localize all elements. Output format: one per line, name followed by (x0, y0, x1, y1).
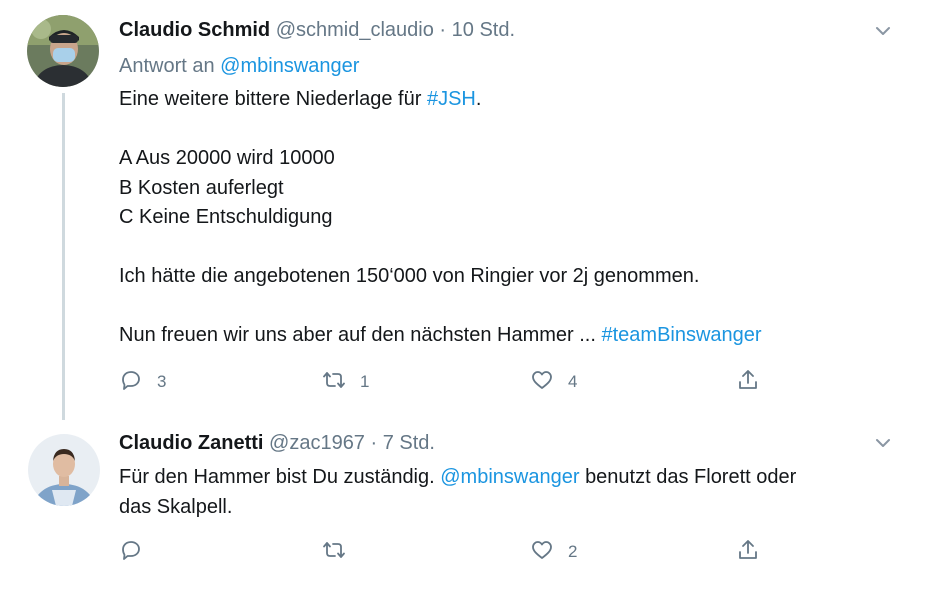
hashtag-jsh[interactable]: #JSH (427, 88, 476, 110)
reply-button[interactable]: 3 (119, 367, 166, 397)
reply-icon (119, 538, 143, 567)
like-button[interactable]: 2 (530, 537, 577, 567)
text-line: Für den Hammer bist Du zuständig. (119, 466, 435, 488)
like-count: 4 (568, 372, 578, 391)
reply-button[interactable] (119, 537, 143, 567)
author-handle[interactable]: @zac1967 (269, 432, 365, 454)
text-line: C Keine Entschuldigung (119, 206, 333, 228)
tweet-header: Claudio Zanetti @zac1967 · 7 Std. (119, 430, 435, 456)
tweet-schmid[interactable]: Claudio Schmid @schmid_claudio · 10 Std.… (0, 0, 938, 420)
avatar-claudio-zanetti[interactable] (28, 434, 100, 506)
text-period: . (475, 88, 482, 110)
reply-icon (119, 368, 143, 397)
share-icon (736, 368, 760, 397)
tweet-text: Eine weitere bittere Niederlage für #JSH… (119, 85, 762, 351)
share-button[interactable] (736, 367, 760, 397)
author-name[interactable]: Claudio Zanetti (119, 432, 263, 454)
share-button[interactable] (736, 537, 760, 567)
text-line: das Skalpell. (119, 495, 233, 518)
reply-prefix: Antwort an (119, 55, 215, 77)
chevron-down-icon[interactable] (872, 20, 894, 42)
tweet-header: Claudio Schmid @schmid_claudio · 10 Std. (119, 17, 515, 43)
retweet-count: 1 (360, 372, 370, 391)
hashtag-teambinswanger[interactable]: #teamBinswanger (601, 324, 761, 346)
text-line: A Aus 20000 wird 10000 (119, 147, 335, 169)
separator: · (439, 19, 447, 41)
retweet-button[interactable] (322, 537, 346, 567)
author-name[interactable]: Claudio Schmid (119, 19, 270, 41)
text-line: Nun freuen wir uns aber auf den nächsten… (119, 324, 596, 346)
reply-to-line: Antwort an @mbinswanger (119, 53, 359, 79)
action-bar: 3 1 4 (119, 367, 779, 397)
text-line: B Kosten auferlegt (119, 176, 284, 199)
separator: · (370, 432, 378, 454)
mention-mbinswanger[interactable]: @mbinswanger (440, 466, 579, 488)
chevron-down-icon[interactable] (872, 432, 894, 454)
like-button[interactable]: 4 (530, 367, 577, 397)
retweet-button[interactable]: 1 (322, 367, 369, 397)
share-icon (736, 538, 760, 567)
like-count: 2 (568, 542, 578, 561)
thread-line (62, 93, 65, 420)
text-line: Ich hätte die angebotenen 150‘000 von Ri… (119, 265, 700, 287)
retweet-icon (322, 538, 346, 567)
text-line: Eine weitere bittere Niederlage für (119, 88, 422, 110)
reply-count: 3 (157, 372, 167, 391)
timestamp[interactable]: 7 Std. (383, 432, 435, 454)
tweet-text: Für den Hammer bist Du zuständig. @mbins… (119, 463, 796, 522)
reply-to-mention[interactable]: @mbinswanger (220, 55, 359, 77)
tweet-zanetti[interactable]: Claudio Zanetti @zac1967 · 7 Std. Für de… (0, 420, 938, 590)
action-bar: 2 (119, 537, 779, 567)
text-line-end: benutzt das Florett oder (585, 466, 797, 488)
retweet-icon (322, 368, 346, 397)
timestamp[interactable]: 10 Std. (452, 19, 515, 41)
author-handle[interactable]: @schmid_claudio (276, 19, 434, 41)
like-icon (530, 368, 554, 397)
avatar-claudio-schmid[interactable] (27, 15, 99, 87)
like-icon (530, 538, 554, 567)
